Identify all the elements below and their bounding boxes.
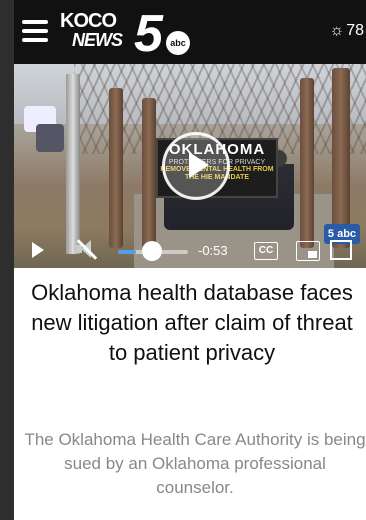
video-scene-tree [109,88,123,248]
koco-news-logo[interactable]: KOCO NEWS 5 abc [60,5,200,63]
video-scene-pole [66,74,80,254]
partly-sunny-icon: ☼ [329,22,345,39]
play-icon[interactable] [32,242,44,258]
video-scene-tree [300,78,314,248]
hamburger-menu-icon[interactable] [22,20,48,42]
article-card: KOCO NEWS 5 abc ☼ 78 OKLAHOMA PROTESTERS… [14,0,366,520]
logo-news-text: NEWS [72,30,123,50]
video-controls: -0:53 CC [14,230,366,268]
article-headline[interactable]: Oklahoma health database faces new litig… [26,278,358,368]
article-summary: The Oklahoma Health Care Authority is be… [24,430,366,497]
abc-logo-icon: abc [166,31,190,55]
video-player[interactable]: OKLAHOMA PROTESTERS FOR PRIVACY REMOVE M… [14,64,366,268]
site-header: KOCO NEWS 5 abc ☼ 78 [14,0,366,64]
video-scene-car [36,124,64,152]
video-scrubber-handle[interactable] [142,241,162,261]
time-remaining: -0:53 [198,243,228,258]
picture-in-picture-icon[interactable] [296,241,320,261]
video-progress-fill [118,250,136,254]
logo-five-text: 5 [134,5,163,63]
closed-captions-button[interactable]: CC [254,242,278,260]
fullscreen-icon[interactable] [330,240,352,260]
weather-temperature: 78 [346,22,364,39]
video-scene-tree [332,68,350,248]
video-scene-tree [142,98,156,248]
weather-widget[interactable]: ☼ 78 [330,22,364,40]
play-button-overlay[interactable] [162,132,230,200]
muted-speaker-icon[interactable] [74,238,100,262]
